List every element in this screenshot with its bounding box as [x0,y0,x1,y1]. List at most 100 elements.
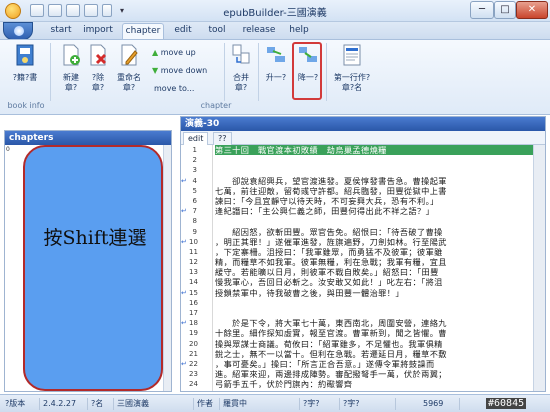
first-line-title-label: 第一行作? 章?名 [333,73,371,92]
move-up-button[interactable]: ▲ move up [152,46,222,59]
merge-chapter-button[interactable]: 合并 章? [228,42,254,98]
editor-panel-header: 演義-30 [181,117,545,131]
text-line[interactable]: 進。紹軍來迎，兩邊排成陣勢。審配撥弩手一萬，伏於兩翼； [215,369,533,379]
text-line[interactable]: 操與眾謀士商議。荀攸曰：「紹軍雖多，不足懼也。我軍俱精 [215,339,533,349]
text-line[interactable] [215,155,533,165]
app-menu-button[interactable] [3,22,33,40]
text-line[interactable]: 卻說袁紹興兵，望官渡進發。夏侯惇發書告急。曹操起軍 [215,176,533,186]
editor-tab-preview[interactable]: ?? [213,132,232,145]
text-line[interactable] [215,216,533,226]
text-line[interactable]: 授鎖禁軍中，待我破曹之後，與田豐一體治罪！」 [215,288,533,298]
text-line[interactable]: 七萬，前往迎敵，留荀彧守許都。紹兵臨發，田豐從獄中上書 [215,186,533,196]
line-break-marker-icon: ↵ [181,319,187,328]
line-break-marker-icon: ↵ [181,288,187,297]
text-editor[interactable]: 第三十回 戰官渡本初敗績 劫烏巢孟德燒糧 卻說袁紹興兵，望官渡進發。夏侯惇發書告… [215,145,533,391]
maximize-button[interactable]: □ [494,1,516,19]
new-chapter-icon [63,44,80,66]
ribbon-separator [258,43,259,101]
line-number: 9 [192,227,197,236]
editor-scrollbar[interactable] [533,145,545,391]
status-author-value: 羅貫中 [220,398,300,410]
text-line[interactable] [215,165,533,175]
status-bar: ?版本 2.4.2.27 ?名 三國演義 作者 羅貫中 ?字? ?字? 5969 [0,394,550,412]
chapters-panel-header: chapters [5,131,171,145]
chapter-line-start: 0 [6,146,10,153]
book-info-button[interactable]: ?籍?書 [4,42,46,98]
tab-edit[interactable]: edit [170,25,196,39]
tab-start[interactable]: start [46,25,76,39]
new-chapter-button[interactable]: 新建 章? [56,42,86,98]
line-number: 5 [192,186,197,195]
tab-import[interactable]: import [82,25,114,39]
text-line[interactable]: 逢紀譖曰：「主公興仁義之師，田豐何得出此不祥之語？」 [215,206,533,216]
promote-icon [267,47,285,62]
tab-help[interactable]: help [286,25,312,39]
chapters-scrollbar[interactable] [163,145,171,391]
text-line[interactable] [215,298,533,308]
text-line[interactable]: 十餘里。細作探知虛實，報至官渡。曹軍新到，聞之皆懼。曹 [215,328,533,338]
text-line[interactable]: ，事可憂矣。」操曰：「所言正合吾意。」遂傳令軍將鼓譟而 [215,359,533,369]
line-number: 2 [192,156,197,165]
gutter-line: 9 [181,227,212,237]
line-number: 4 [192,176,197,185]
first-line-as-title-button[interactable]: 第一行作? 章?名 [330,42,374,98]
chapters-list-selection[interactable]: 按Shift連選 [23,145,163,391]
gutter-line: 16 [181,298,212,308]
text-line[interactable]: 於是下令，將大軍七十萬，東西南北，周圍安營，連絡九 [215,318,533,328]
gutter-line: ↵ 18 [181,318,212,328]
move-down-button[interactable]: ▼ move down [152,64,222,77]
gutter-line: ↵ 22 [181,359,212,369]
text-line[interactable]: 銳之士，無不一以當十。但利在急戰。若遷延日月，糧草不敷 [215,349,533,359]
promote-label: 升一? [265,73,287,82]
delete-chapter-button[interactable]: ?除 章? [84,42,112,98]
chapter-title-line[interactable]: 第三十回 戰官渡本初敗績 劫烏巢孟德燒糧 [215,145,533,156]
minimize-button[interactable]: ─ [470,1,494,19]
line-number: 3 [192,166,197,175]
move-down-icon: ▼ [152,66,159,75]
line-number: 19 [189,329,198,338]
gutter-line: 6 [181,196,212,206]
line-number: 12 [189,258,198,267]
line-number: 6 [192,196,197,205]
delete-chapter-label: ?除 章? [91,73,105,92]
text-line[interactable] [215,308,533,318]
text-line[interactable]: ，下定寨柵。沮授曰：「我軍雖眾，而勇猛不及彼軍；彼軍雖 [215,247,533,257]
gutter-line: 17 [181,308,212,318]
text-line[interactable]: 精，而糧草不如我軍。彼軍無糧，利在急戰；我軍有糧，宜且 [215,257,533,267]
gutter-line: 11 [181,247,212,257]
rename-chapter-button[interactable]: 重命名 章? [114,42,144,98]
status-version-label: ?版本 [2,398,40,410]
line-number: 11 [189,247,198,256]
new-chapter-label: 新建 章? [63,73,79,92]
move-to-button[interactable]: move to... [154,82,224,95]
editor-tab-edit[interactable]: edit [183,132,209,145]
group-label-book-info: book info [7,101,45,110]
tab-release[interactable]: release [240,25,278,39]
status-version-value: 2.4.2.27 [40,398,88,410]
text-line[interactable]: 紹因怒，欲斬田豐。眾官告免。紹恨曰：「待吾破了曹操 [215,227,533,237]
close-button[interactable]: ✕ [516,1,548,19]
gutter-line: 3 [181,165,212,175]
status-chars-label-1: ?字? [300,398,340,410]
text-line[interactable]: 慢我軍心，吾回日必斬之。汝安敢又如此！」叱左右：「將沮 [215,277,533,287]
shift-select-hint: 按Shift連選 [43,227,147,249]
text-line[interactable]: ，明正其罪！」遂催軍進發，旌旗遍野，刀劍如林。行至陽武 [215,237,533,247]
status-chars-value: 5969 [420,398,460,410]
gutter-line: 20 [181,339,212,349]
ribbon-separator [224,43,225,101]
line-break-marker-icon: ↵ [181,207,187,216]
gutter-line: 2 [181,155,212,165]
line-number: 1 [192,146,197,154]
tab-tool[interactable]: tool [204,25,230,39]
text-line[interactable]: 弓箭手五千，伏於門旗內：約礮響齊 [215,379,533,389]
chapters-panel: chapters 0 按Shift連選 [4,130,172,392]
promote-level-button[interactable]: 升一? [262,42,290,98]
tab-chapter[interactable]: chapter [122,23,164,40]
book-info-label: ?籍?書 [12,73,38,82]
line-number: 21 [189,349,198,358]
line-break-marker-icon: ↵ [181,237,187,246]
window-title: epubBuilder-三國演義 [223,8,327,19]
text-line[interactable]: 諫曰：「今且宜靜守以待天時，不可妄興大兵，恐有不利。」 [215,196,533,206]
text-line[interactable]: 緩守。若能曠以日月，則彼軍不戰自敗矣。」紹怒曰：「田豐 [215,267,533,277]
move-up-icon: ▲ [152,48,159,57]
